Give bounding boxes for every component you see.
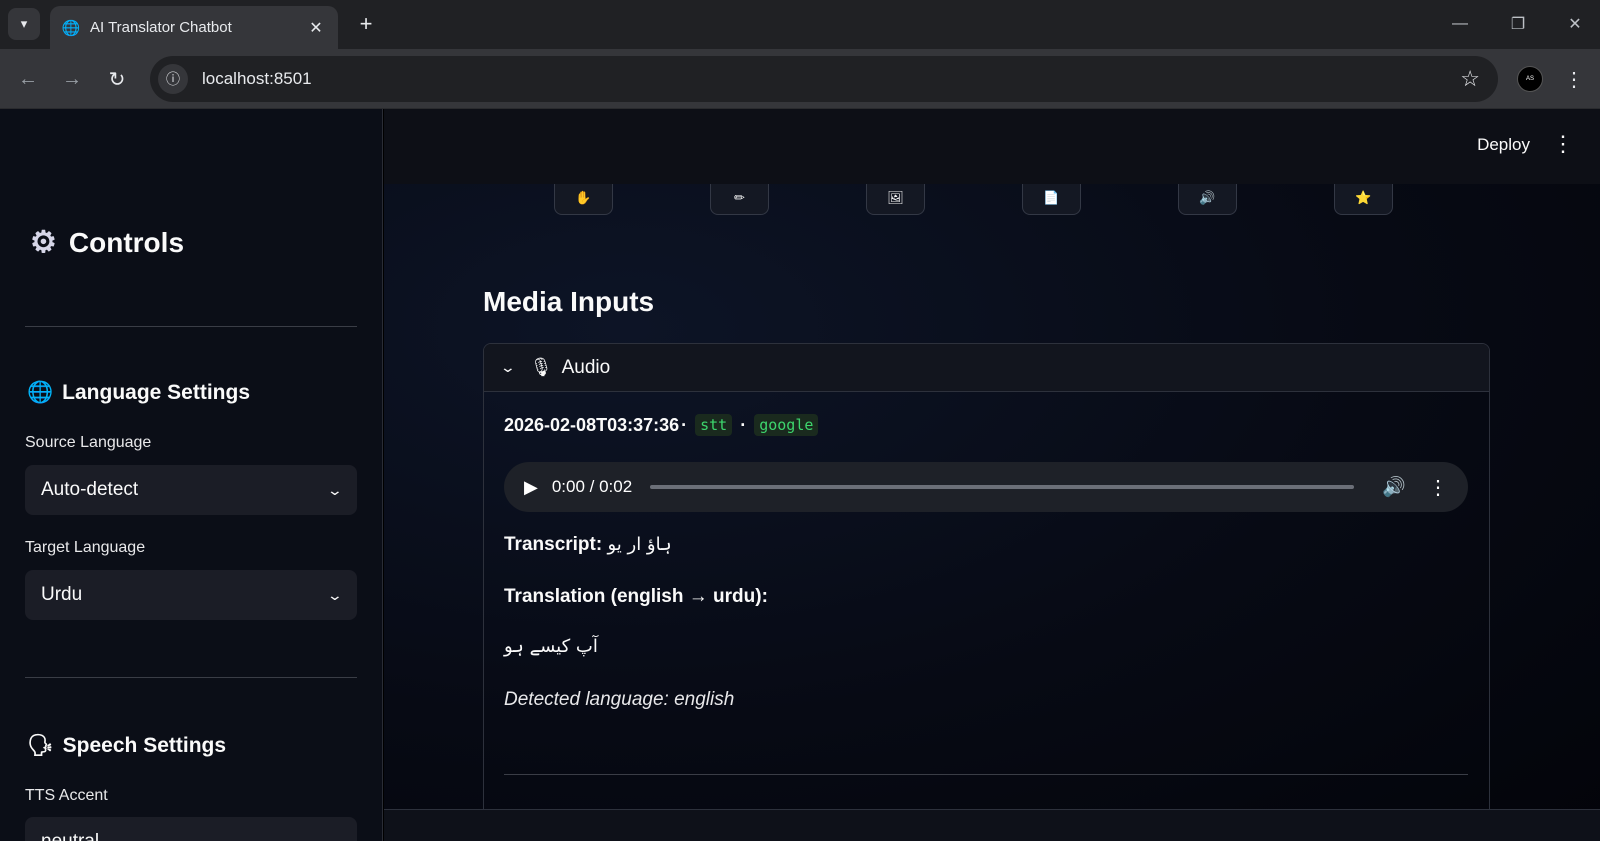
gear-icon: ⚙ (30, 226, 57, 259)
reload-icon[interactable]: ↻ (101, 63, 133, 95)
address-bar[interactable]: ⓘ localhost:8501 ☆ (150, 56, 1498, 102)
chevron-down-icon: ⌄ (327, 834, 343, 841)
audio-expander-header[interactable]: ⌄ 🎙 Audio (484, 344, 1489, 392)
language-settings-heading: 🌐 Language Settings (27, 381, 250, 405)
main-content: Deploy ⋮ ✋ ✏ 🖼 📄 🔊 ⭐ Media Inputs ⌄ 🎙 Au… (384, 109, 1600, 841)
audio-time: 0:00 / 0:02 (551, 477, 633, 496)
forward-arrow-icon[interactable]: → (56, 63, 88, 95)
audio-entry-meta: 2026-02-08T03:37:36 · stt · google (504, 414, 824, 436)
globe-icon: 🌐 (27, 381, 54, 404)
restore-icon[interactable]: ❐ (1498, 10, 1538, 38)
app-header: Deploy ⋮ (384, 109, 1600, 184)
audio-expander: ⌄ 🎙 Audio 2026-02-08T03:37:36 · stt · go… (483, 343, 1490, 841)
audio-options-icon[interactable]: ⋮ (1428, 475, 1448, 500)
target-language-label: Target Language (25, 539, 146, 556)
transcript-line: Transcript: ہاؤ ار یو (504, 534, 672, 556)
speaker-icon: 🔊 (1199, 190, 1216, 205)
microphone-icon: 🎙 (529, 357, 553, 377)
source-language-value: Auto-detect (41, 479, 139, 500)
divider (25, 326, 357, 327)
window-close-icon[interactable]: ✕ (1555, 10, 1595, 38)
profile-avatar[interactable]: AS (1517, 66, 1543, 92)
play-icon[interactable]: ▶ (524, 477, 538, 498)
audio-expander-label: Audio (561, 356, 611, 378)
divider (504, 774, 1468, 775)
tab-close-icon[interactable]: ✕ (306, 18, 326, 38)
tab-title: AI Translator Chatbot (90, 19, 232, 36)
pencil-icon: ✏ (734, 190, 745, 205)
browser-tab-bar: ▾ 🌐 AI Translator Chatbot ✕ + — ❐ ✕ (0, 0, 1600, 49)
speech-settings-heading: 🗣 Speech Settings (27, 734, 226, 758)
deploy-button[interactable]: Deploy (1477, 135, 1530, 155)
site-info-icon[interactable]: ⓘ (158, 64, 188, 94)
app-menu-icon[interactable]: ⋮ (1552, 131, 1574, 157)
divider (25, 677, 357, 678)
chevron-down-icon: ⌄ (326, 586, 344, 603)
url-text[interactable]: localhost:8501 (202, 69, 312, 89)
transcript-text: ہاؤ ار یو (607, 534, 672, 555)
media-inputs-heading: Media Inputs (483, 286, 655, 317)
source-language-label: Source Language (25, 434, 152, 451)
browser-toolbar: ← → ↻ ⓘ localhost:8501 ☆ AS ⋮ (0, 49, 1600, 109)
audio-player: ▶ 0:00 / 0:02 🔊 ⋮ (504, 462, 1468, 512)
browser-tab[interactable]: 🌐 AI Translator Chatbot ✕ (50, 6, 338, 49)
mode-badge: stt (695, 414, 733, 436)
globe-favicon-icon: 🌐 (61, 19, 81, 37)
chevron-down-icon: ⌄ (326, 481, 344, 498)
translation-text: آپ کیسے ہو (504, 636, 598, 657)
tts-accent-label: TTS Accent (25, 787, 108, 804)
target-language-value: Urdu (41, 584, 83, 605)
transcript-label: Transcript: (504, 534, 603, 555)
tts-accent-value: neutral (41, 831, 99, 841)
translation-label: Translation (english → urdu): (504, 586, 768, 607)
sidebar-title-text: Controls (68, 227, 185, 258)
sidebar: ⚙ Controls 🌐 Language Settings Source La… (0, 109, 383, 841)
picture-icon: 🖼 (887, 190, 904, 205)
volume-icon[interactable]: 🔊 (1382, 475, 1406, 499)
chevron-down-icon: ⌄ (499, 359, 517, 375)
star-icon: ⭐ (1355, 190, 1372, 205)
detected-language: Detected language: english (504, 689, 735, 710)
speaking-head-icon: 🗣 (27, 734, 54, 757)
separator-dot: · (740, 414, 747, 435)
new-tab-plus-icon[interactable]: + (352, 10, 380, 38)
bookmark-star-icon[interactable]: ☆ (1460, 66, 1480, 92)
language-settings-heading-text: Language Settings (62, 381, 251, 404)
target-language-select[interactable]: Urdu ⌄ (25, 570, 357, 620)
engine-badge: google (754, 414, 819, 436)
separator-dot: · (681, 414, 688, 435)
source-language-select[interactable]: Auto-detect ⌄ (25, 465, 357, 515)
speech-settings-heading-text: Speech Settings (62, 734, 227, 757)
back-arrow-icon[interactable]: ← (12, 63, 44, 95)
document-icon: 📄 (1043, 190, 1060, 205)
entry-timestamp: 2026-02-08T03:37:36 (504, 414, 680, 435)
chat-input-bar (384, 809, 1600, 841)
audio-progress-track[interactable] (650, 485, 1355, 489)
minimize-icon[interactable]: — (1440, 10, 1480, 38)
hand-icon: ✋ (575, 190, 592, 205)
tab-search-chevron-icon[interactable]: ▾ (8, 8, 40, 40)
tts-accent-select[interactable]: neutral ⌄ (25, 817, 357, 841)
browser-menu-icon[interactable]: ⋮ (1560, 63, 1588, 95)
sidebar-title: ⚙ Controls (30, 227, 184, 259)
